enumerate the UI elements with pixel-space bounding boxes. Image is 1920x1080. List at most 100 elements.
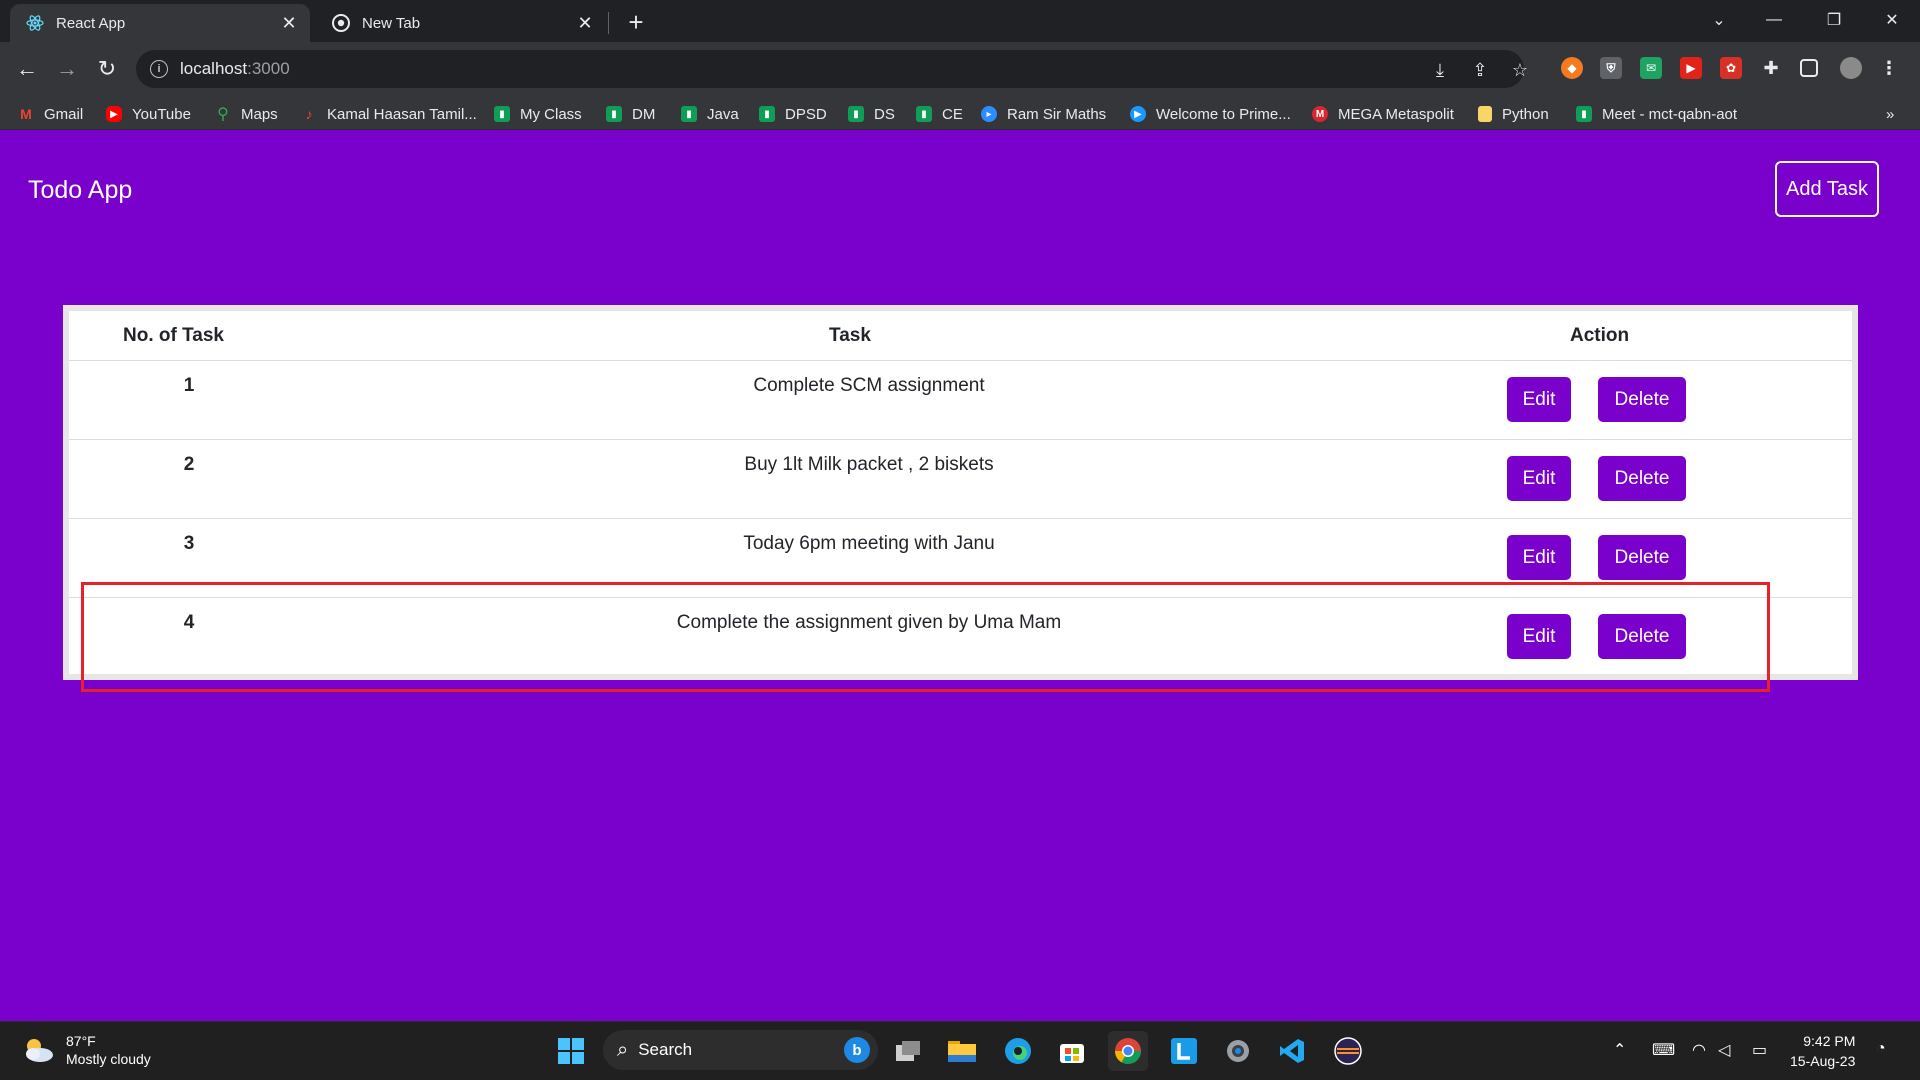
bookmark-star-icon[interactable]: ☆ <box>1509 59 1531 81</box>
bookmark-item[interactable]: M MEGA Metaspolit <box>1312 103 1454 125</box>
more-menu-icon[interactable]: ⋮ <box>1878 57 1900 79</box>
bookmark-item[interactable]: ▶ YouTube <box>106 103 191 125</box>
folder-icon <box>1478 106 1492 122</box>
restore-button[interactable]: ❐ <box>1810 0 1858 40</box>
delete-button[interactable]: Delete <box>1598 377 1686 422</box>
table-header: No. of Task Task Action <box>69 311 1852 361</box>
weather-condition: Mostly cloudy <box>66 1051 151 1067</box>
close-window-button[interactable]: ✕ <box>1868 0 1916 40</box>
meet-icon: ▮ <box>681 106 697 122</box>
edit-button[interactable]: Edit <box>1507 456 1571 501</box>
install-app-icon[interactable]: ⤓ <box>1429 59 1451 81</box>
settings-gear-icon[interactable] <box>1218 1031 1258 1071</box>
wifi-icon[interactable]: ◠ <box>1692 1040 1706 1060</box>
battery-icon[interactable]: ▭ <box>1752 1040 1767 1060</box>
side-panel-icon[interactable] <box>1800 59 1818 77</box>
l-app-icon[interactable] <box>1164 1031 1204 1071</box>
tab-search-icon[interactable]: ⌄ <box>1695 0 1743 40</box>
tab-separator <box>608 12 609 34</box>
extensions-puzzle-icon[interactable]: ✚ <box>1760 57 1782 79</box>
tab-title: New Tab <box>362 14 421 32</box>
new-tab-button[interactable]: + <box>622 7 650 37</box>
close-tab-icon[interactable]: ✕ <box>278 12 300 34</box>
task-text: Today 6pm meeting with Janu <box>743 533 995 554</box>
edit-button[interactable]: Edit <box>1507 377 1571 422</box>
delete-button[interactable]: Delete <box>1598 456 1686 501</box>
add-task-button[interactable]: Add Task <box>1775 161 1879 217</box>
weather-widget[interactable]: 87°F Mostly cloudy <box>20 1032 151 1068</box>
file-explorer-icon[interactable] <box>942 1031 982 1071</box>
bookmark-item[interactable]: ▮ DM <box>606 103 655 125</box>
microsoft-store-icon[interactable] <box>1052 1031 1092 1071</box>
system-clock[interactable]: 9:42 PM 15-Aug-23 <box>1790 1031 1855 1071</box>
bing-icon: b <box>844 1037 870 1063</box>
volume-icon[interactable]: ◁ <box>1718 1040 1730 1060</box>
temperature: 87°F <box>66 1033 96 1049</box>
bookmarks-bar: M Gmail ▶ YouTube ⚲ Maps ♪ Kamal Haasan Tami… <box>0 97 1920 130</box>
cloudy-weather-icon <box>20 1035 56 1065</box>
forward-button[interactable]: → <box>50 52 84 86</box>
bookmark-item[interactable]: ▮ CE <box>916 103 963 125</box>
search-icon: ⌕ <box>617 1038 629 1061</box>
keyboard-icon[interactable]: ⌨ <box>1652 1040 1675 1060</box>
extension-icon[interactable]: ◆ <box>1561 57 1583 79</box>
edge-browser-icon[interactable] <box>998 1031 1038 1071</box>
vscode-icon[interactable] <box>1272 1031 1312 1071</box>
extension-icon[interactable]: ✿ <box>1720 57 1742 79</box>
taskbar-search[interactable]: ⌕ Search b <box>603 1030 878 1070</box>
bookmark-item[interactable]: ⚲ Maps <box>215 103 278 125</box>
share-icon[interactable]: ⇪ <box>1469 59 1491 81</box>
close-tab-icon[interactable]: ✕ <box>574 12 596 34</box>
windows-start-icon[interactable] <box>551 1031 591 1071</box>
site-info-icon[interactable]: i <box>150 60 168 78</box>
meet-icon: ▮ <box>606 106 622 122</box>
youtube-icon: ▶ <box>106 106 122 122</box>
notification-bell-icon[interactable]: ◔ <box>1876 1040 1886 1058</box>
extension-icon[interactable]: ✉ <box>1640 57 1662 79</box>
show-hidden-icons-chevron-icon[interactable]: ⌃ <box>1613 1040 1626 1060</box>
browser-tab-strip: React App ✕ New Tab ✕ + ⌄ — ❐ ✕ <box>0 0 1920 42</box>
todo-app-page: Todo App Add Task No. of Task Task Actio… <box>0 130 1920 1021</box>
extension-icon[interactable]: ▶ <box>1680 57 1702 79</box>
mega-icon: M <box>1312 106 1328 122</box>
profile-avatar[interactable] <box>1840 57 1862 79</box>
address-bar[interactable]: i localhost:3000 ⤓ ⇪ ☆ <box>136 50 1528 88</box>
tab-react-app[interactable]: React App ✕ <box>10 4 310 42</box>
meet-icon: ▮ <box>916 106 932 122</box>
bookmark-item[interactable]: ▶ Welcome to Prime... <box>1130 103 1291 125</box>
eclipse-icon[interactable] <box>1328 1031 1368 1071</box>
url-text: localhost:3000 <box>180 59 290 78</box>
shield-icon[interactable]: ⛨ <box>1600 57 1622 79</box>
bookmark-item[interactable]: ▮ DPSD <box>759 103 827 125</box>
edit-button[interactable]: Edit <box>1507 535 1571 580</box>
table-row: 1 Complete SCM assignment Edit Delete <box>69 361 1852 440</box>
task-number: 3 <box>183 533 195 554</box>
delete-button[interactable]: Delete <box>1598 535 1686 580</box>
tab-new-tab[interactable]: New Tab ✕ <box>316 4 606 42</box>
bookmark-item[interactable]: ▮ DS <box>848 103 895 125</box>
table-row: 2 Buy 1lt Milk packet , 2 biskets Edit D… <box>69 440 1852 519</box>
app-brand[interactable]: Todo App <box>28 176 132 205</box>
bookmark-item[interactable]: M Gmail <box>18 103 83 125</box>
bookmark-item[interactable]: Python <box>1478 103 1549 125</box>
bookmarks-overflow-button[interactable]: » <box>1886 103 1894 125</box>
header-task-number: No. of Task <box>123 325 224 346</box>
minimize-button[interactable]: — <box>1750 0 1798 40</box>
back-button[interactable]: ← <box>10 52 44 86</box>
task-number: 2 <box>183 454 195 475</box>
meet-icon: ▮ <box>1576 106 1592 122</box>
bookmark-item[interactable]: ▸ Ram Sir Maths <box>981 103 1106 125</box>
bookmark-item[interactable]: ▮ My Class <box>494 103 582 125</box>
bookmark-item[interactable]: ▮ Meet - mct-qabn-aot <box>1576 103 1737 125</box>
tab-title: React App <box>56 14 126 32</box>
task-view-icon[interactable] <box>888 1031 928 1071</box>
bookmark-item[interactable]: ▮ Java <box>681 103 739 125</box>
reload-button[interactable]: ↻ <box>90 52 124 86</box>
maps-pin-icon: ⚲ <box>217 106 229 123</box>
chrome-icon <box>332 14 350 32</box>
header-action: Action <box>1570 325 1630 346</box>
chrome-taskbar-icon[interactable] <box>1108 1031 1148 1071</box>
zoom-icon: ▸ <box>981 106 997 122</box>
bookmark-item[interactable]: ♪ Kamal Haasan Tamil... <box>301 103 477 125</box>
task-text: Buy 1lt Milk packet , 2 biskets <box>744 454 994 475</box>
